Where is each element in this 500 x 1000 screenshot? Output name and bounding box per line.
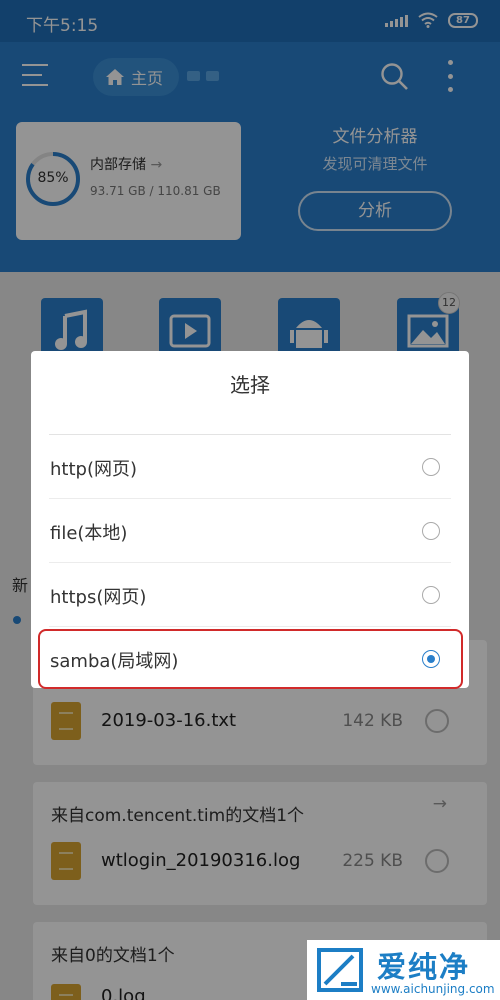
option-label: file(本地): [50, 523, 128, 544]
radio-button[interactable]: [422, 586, 440, 604]
watermark: 爱纯净 www.aichunjing.com: [307, 940, 500, 1000]
option-http[interactable]: http(网页): [31, 435, 469, 499]
watermark-url: www.aichunjing.com: [371, 982, 495, 996]
annotation-highlight-box: [38, 629, 463, 689]
option-https[interactable]: https(网页): [31, 563, 469, 627]
dialog-title: 选择: [230, 373, 270, 397]
option-label: https(网页): [50, 587, 147, 608]
option-file[interactable]: file(本地): [31, 499, 469, 563]
radio-button[interactable]: [422, 458, 440, 476]
option-label: http(网页): [50, 459, 137, 480]
watermark-logo-icon: [317, 948, 363, 992]
radio-button[interactable]: [422, 522, 440, 540]
watermark-text: 爱纯净: [377, 950, 471, 984]
